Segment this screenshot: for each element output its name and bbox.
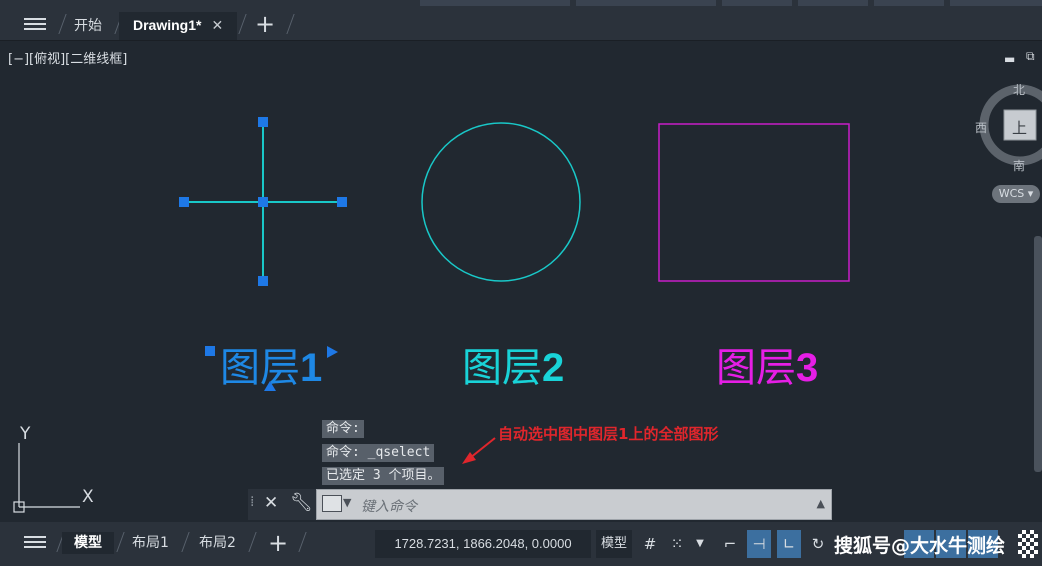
text-grip[interactable] [205, 346, 215, 356]
layer1-label[interactable]: 图层1 [220, 344, 322, 392]
tab-separator [181, 532, 190, 552]
drag-handle-icon[interactable]: ⁞ [250, 494, 254, 510]
command-bar-tools: ⁞ ✕ 🔧︎ [248, 489, 316, 520]
snap-icon[interactable]: ⁙ [665, 530, 689, 558]
watermark: 搜狐号@大水牛测绘 [834, 535, 1006, 557]
ucs-icon [13, 443, 80, 513]
layer2-label-text: 图层 [462, 345, 542, 391]
layer1-label-num: 1 [300, 346, 323, 390]
polar-tracking-icon[interactable]: ↻ [806, 530, 830, 558]
command-bar: ⁞ ✕ 🔧︎ ▼ 键入命令 ▲ [248, 489, 832, 520]
command-history-line: 命令: _qselect [322, 444, 435, 462]
layer2-circle[interactable] [421, 122, 581, 282]
layer3-label-text: 图层 [716, 345, 796, 391]
ortho-icon[interactable]: ∟ [777, 530, 801, 558]
annotation-text: 自动选中图中图层1上的全部图形 [498, 425, 719, 443]
viewcube-top-face[interactable]: 上 [1012, 117, 1027, 138]
layer3-label-num: 3 [796, 346, 819, 390]
compass-west[interactable]: 西 [975, 119, 987, 136]
text-grip-arrow[interactable] [327, 346, 338, 358]
vertical-scrollbar[interactable] [1034, 236, 1042, 472]
wcs-menu[interactable]: WCS ▾ [992, 185, 1040, 203]
layer2-label[interactable]: 图层2 [462, 344, 564, 392]
tab-layout1[interactable]: 布局1 [132, 532, 169, 554]
grid-icon[interactable]: # [638, 530, 662, 558]
command-prompt-icon[interactable] [322, 495, 342, 512]
compass-north[interactable]: 北 [1013, 81, 1025, 98]
wrench-icon[interactable]: 🔧︎ [290, 492, 313, 513]
layer3-label[interactable]: 图层3 [716, 344, 818, 392]
ucs-x-label: X [82, 487, 94, 507]
annotation-arrow [462, 437, 496, 464]
tab-model[interactable]: 模型 [62, 532, 114, 554]
infer-constraints-icon[interactable]: ⌐ [718, 530, 742, 558]
command-input-placeholder: 键入命令 [361, 499, 417, 515]
chevron-down-icon[interactable]: ▼ [343, 496, 351, 509]
command-history-line: 已选定 3 个项目。 [322, 467, 445, 485]
add-layout-button[interactable]: + [268, 531, 288, 555]
layer3-rectangle[interactable] [658, 123, 850, 282]
transparency-icon[interactable] [1018, 530, 1038, 558]
tab-layout2[interactable]: 布局2 [199, 532, 236, 554]
chevron-down-icon[interactable]: ▼ [692, 530, 708, 558]
layer1-label-text: 图层 [220, 345, 300, 391]
tab-separator [248, 532, 257, 552]
drawing-canvas[interactable] [0, 0, 1042, 566]
history-up-icon[interactable]: ▲ [817, 497, 825, 510]
coordinates-readout[interactable]: 1728.7231, 1866.2048, 0.0000 [375, 530, 591, 558]
wcs-label: WCS [998, 187, 1025, 200]
ucs-y-label: Y [20, 424, 31, 444]
menu-icon[interactable] [24, 533, 46, 551]
tab-separator [116, 532, 125, 552]
compass-south[interactable]: 南 [1013, 157, 1025, 174]
command-input[interactable]: ▼ 键入命令 ▲ [316, 489, 832, 520]
layer2-label-num: 2 [542, 346, 565, 390]
model-space-button[interactable]: 模型 [596, 530, 632, 558]
dynamic-input-icon[interactable]: ⊣ [747, 530, 771, 558]
command-history-line: 命令: [322, 420, 364, 438]
tab-separator [298, 532, 307, 552]
close-icon[interactable]: ✕ [264, 493, 278, 513]
